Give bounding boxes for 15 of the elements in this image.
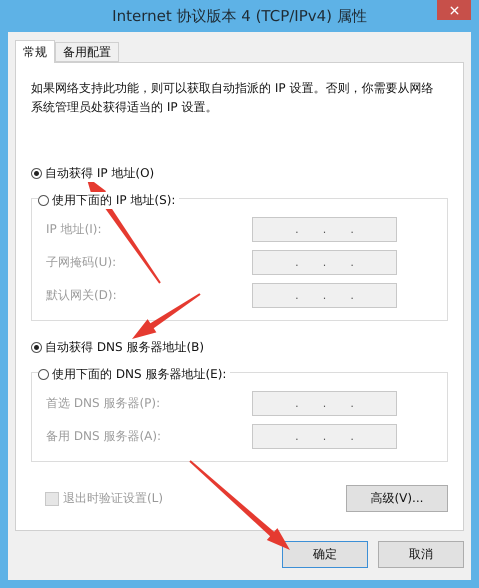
- tab[interactable]: 备用配置: [55, 42, 119, 62]
- dialog-button[interactable]: 取消: [378, 541, 464, 568]
- description-text: 如果网络支持此功能，则可以获取自动指派的 IP 设置。否则，你需要从网络系统管理员处获得适当的 IP 设置。: [31, 80, 434, 116]
- close-button[interactable]: [437, 0, 471, 20]
- window-title: Internet 协议版本 4 (TCP/IPv4) 属性: [112, 6, 367, 26]
- tab[interactable]: 常规: [15, 40, 55, 63]
- field-label: 备用 DNS 服务器(A):: [46, 428, 162, 445]
- field-label: 默认网关(D):: [46, 287, 117, 304]
- field-label: 子网掩码(U):: [46, 254, 116, 271]
- field-label: IP 地址(I):: [46, 221, 102, 238]
- advanced-button[interactable]: 高级(V)...: [346, 485, 448, 512]
- arrow-annotation: [132, 293, 201, 339]
- field-label: 首选 DNS 服务器(P):: [46, 395, 160, 412]
- dialog-button[interactable]: 确定: [282, 541, 368, 568]
- close-icon: [448, 4, 460, 16]
